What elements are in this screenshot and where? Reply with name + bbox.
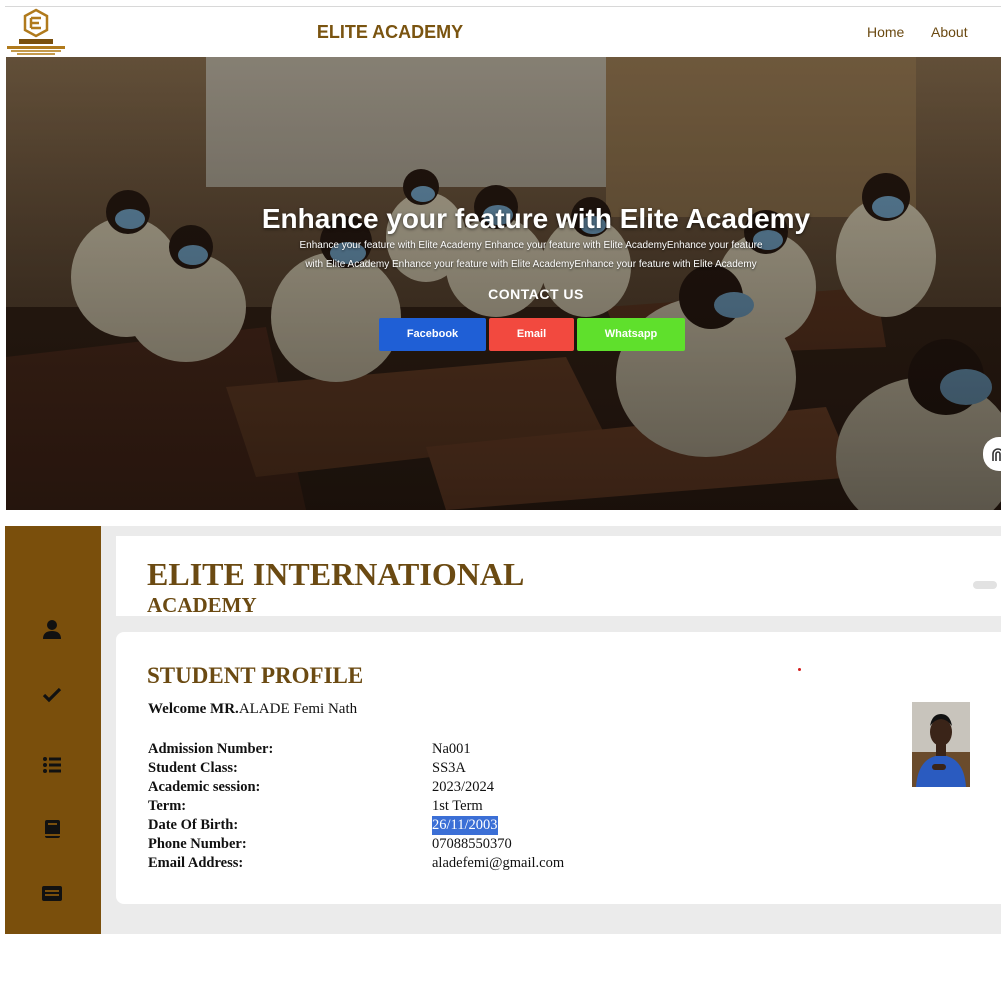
field-value: 2023/2024 xyxy=(432,779,495,795)
sidebar xyxy=(5,526,101,934)
field-label: Term: xyxy=(148,798,187,814)
book-icon[interactable] xyxy=(41,818,63,840)
school-header-card: ELITE INTERNATIONAL ACADEMY xyxy=(116,536,1001,617)
elite-tech-logo[interactable] xyxy=(5,8,67,56)
page: ELITE ACADEMY Home About Enhance your fe… xyxy=(0,0,1001,1001)
hero-banner: Enhance your feature with Elite Academy … xyxy=(6,57,1001,510)
list-icon[interactable] xyxy=(41,754,63,776)
field-label: Email Address: xyxy=(148,855,244,871)
profile-title: STUDENT PROFILE xyxy=(147,663,364,688)
field-value: aladefemi@gmail.com xyxy=(432,855,565,871)
classroom-photo xyxy=(6,57,1001,510)
facebook-button[interactable]: Facebook xyxy=(379,318,486,351)
school-subname: ACADEMY xyxy=(147,593,257,617)
welcome-prefix: Welcome MR. xyxy=(148,701,239,717)
email-button[interactable]: Email xyxy=(489,318,574,351)
field-label: Academic session: xyxy=(148,779,261,795)
top-navbar: ELITE ACADEMY Home About xyxy=(5,6,1001,56)
main-content: ELITE INTERNATIONAL ACADEMY STUDENT PROF… xyxy=(101,526,1001,934)
school-name: ELITE INTERNATIONAL xyxy=(147,556,525,592)
hero-subtitle-line-2: with Elite Academy Enhance your feature … xyxy=(305,259,757,270)
hero-title: Enhance your feature with Elite Academy xyxy=(261,203,811,234)
check-icon[interactable] xyxy=(41,683,63,705)
student-profile-card: STUDENT PROFILE Welcome MR.ALADE Femi Na… xyxy=(116,632,1001,904)
student-name: ALADE Femi Nath xyxy=(238,701,358,717)
field-value: 07088550370 xyxy=(432,836,512,852)
field-label: Date Of Birth: xyxy=(148,817,239,833)
fingerprint-icon[interactable] xyxy=(983,437,1001,471)
field-value: Na001 xyxy=(432,741,471,757)
user-icon[interactable] xyxy=(41,618,63,640)
brand-title[interactable]: ELITE ACADEMY xyxy=(205,7,575,57)
hero-subtitle: Enhance your feature with Elite Academy … xyxy=(266,236,796,274)
nav-home-link[interactable]: Home xyxy=(867,7,904,57)
whatsapp-button[interactable]: Whatsapp xyxy=(577,318,685,351)
welcome-text: Welcome MR.ALADE Femi Nath xyxy=(148,701,357,718)
field-value-selected: 26/11/2003 xyxy=(432,816,498,835)
field-label: Student Class: xyxy=(148,760,238,776)
field-label: Phone Number: xyxy=(148,836,247,852)
hero-subtitle-line-1: Enhance your feature with Elite Academy … xyxy=(299,240,763,251)
field-label: Admission Number: xyxy=(148,741,274,757)
id-card-icon[interactable] xyxy=(41,882,63,904)
status-dot xyxy=(798,668,801,671)
student-photo xyxy=(912,702,970,787)
nav-about-link[interactable]: About xyxy=(931,7,968,57)
menu-toggle[interactable] xyxy=(973,581,997,589)
field-value: 1st Term xyxy=(432,798,483,814)
field-value: SS3A xyxy=(432,760,466,776)
contact-us-heading: CONTACT US xyxy=(488,286,584,302)
